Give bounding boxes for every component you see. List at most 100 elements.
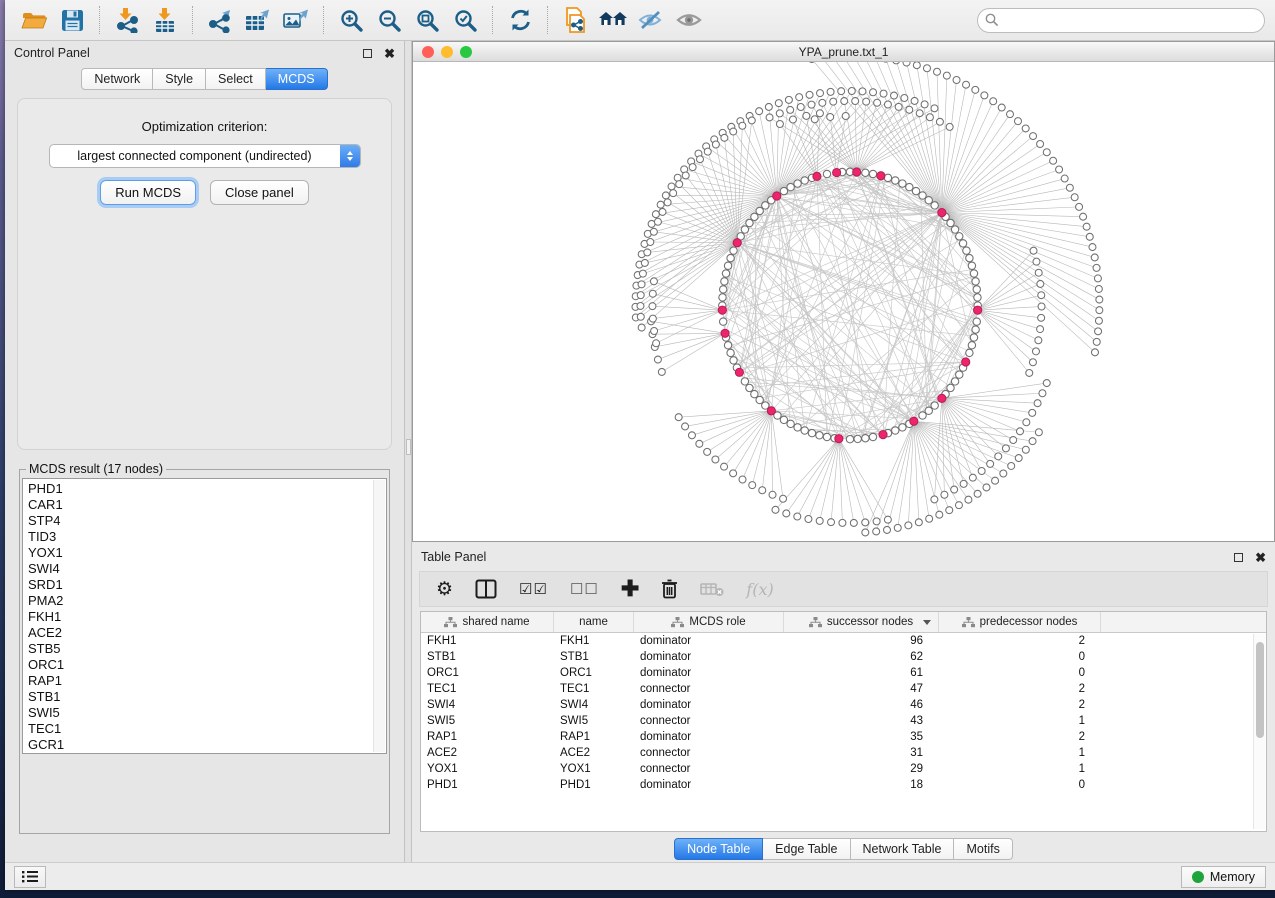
tab-select[interactable]: Select [206, 68, 266, 90]
table-row[interactable]: PHD1PHD1dominator180 [421, 777, 1266, 793]
table-cell[interactable]: TEC1 [421, 681, 554, 697]
splitter-grip[interactable] [406, 439, 411, 455]
mcds-result-item[interactable]: STB1 [28, 689, 386, 705]
table-row[interactable]: ACE2ACE2connector311 [421, 745, 1266, 761]
table-cell[interactable]: 29 [784, 761, 939, 777]
table-cell[interactable]: PHD1 [554, 777, 634, 793]
table-cell[interactable]: ORC1 [554, 665, 634, 681]
table-cell[interactable]: 1 [939, 761, 1101, 777]
table-cell[interactable]: YOX1 [554, 761, 634, 777]
table-cell[interactable]: 35 [784, 729, 939, 745]
mcds-result-item[interactable]: PMA2 [28, 593, 386, 609]
mcds-result-item[interactable]: GCR1 [28, 737, 386, 753]
table-cell[interactable]: TEC1 [554, 681, 634, 697]
table-cell[interactable]: YOX1 [421, 761, 554, 777]
mcds-result-item[interactable]: ORC1 [28, 657, 386, 673]
table-cell[interactable]: 2 [939, 633, 1101, 649]
mcds-result-item[interactable]: TID3 [28, 529, 386, 545]
table-scrollbar-thumb[interactable] [1256, 642, 1264, 738]
memory-button[interactable]: Memory [1181, 866, 1266, 888]
save-session-button[interactable] [53, 4, 91, 36]
table-cell[interactable]: 46 [784, 697, 939, 713]
table-row[interactable]: STB1STB1dominator620 [421, 649, 1266, 665]
zoom-out-button[interactable] [370, 4, 408, 36]
add-column-button[interactable]: ✚ [621, 578, 639, 600]
table-row[interactable]: SWI5SWI5connector431 [421, 713, 1266, 729]
zoom-selected-button[interactable] [446, 4, 484, 36]
table-cell[interactable]: 0 [939, 649, 1101, 665]
export-table-button[interactable] [239, 4, 277, 36]
close-panel-button[interactable]: Close panel [210, 180, 309, 205]
mcds-list-scrollbar[interactable] [373, 480, 385, 752]
table-cell[interactable]: FKH1 [554, 633, 634, 649]
table-cell[interactable]: 2 [939, 729, 1101, 745]
sort-indicator-icon[interactable] [923, 620, 931, 625]
table-row[interactable]: ORC1ORC1dominator610 [421, 665, 1266, 681]
delete-table-button[interactable] [700, 581, 724, 597]
zoom-in-button[interactable] [332, 4, 370, 36]
export-network-button[interactable] [201, 4, 239, 36]
delete-column-button[interactable] [661, 579, 678, 599]
column-header-name[interactable]: name [554, 612, 634, 632]
table-cell[interactable]: dominator [634, 633, 784, 649]
table-cell[interactable]: 47 [784, 681, 939, 697]
close-panel-icon[interactable]: ✖ [384, 47, 395, 60]
tab-mcds[interactable]: MCDS [266, 68, 328, 90]
table-cell[interactable]: FKH1 [421, 633, 554, 649]
table-cell[interactable]: 18 [784, 777, 939, 793]
export-image-button[interactable] [277, 4, 315, 36]
table-cell[interactable]: SWI5 [421, 713, 554, 729]
show-panels-button[interactable] [14, 866, 46, 888]
show-column-button[interactable] [475, 579, 497, 599]
table-row[interactable]: YOX1YOX1connector291 [421, 761, 1266, 777]
run-mcds-button[interactable]: Run MCDS [100, 180, 196, 205]
table-cell[interactable]: 31 [784, 745, 939, 761]
column-header-successor-nodes[interactable]: successor nodes [784, 612, 939, 632]
tab-motifs[interactable]: Motifs [954, 838, 1012, 860]
new-network-from-selection-button[interactable] [556, 4, 594, 36]
table-cell[interactable]: SWI5 [554, 713, 634, 729]
mcds-result-item[interactable]: SWI4 [28, 561, 386, 577]
tab-network[interactable]: Network [81, 68, 153, 90]
close-table-panel-icon[interactable]: ✖ [1255, 551, 1266, 564]
table-row[interactable]: TEC1TEC1connector472 [421, 681, 1266, 697]
tab-edge-table[interactable]: Edge Table [763, 838, 850, 860]
mcds-result-item[interactable]: FKH1 [28, 609, 386, 625]
network-window-titlebar[interactable]: YPA_prune.txt_1 [413, 42, 1274, 62]
import-table-button[interactable] [146, 4, 184, 36]
table-options-gear-button[interactable]: ⚙ [436, 580, 453, 599]
table-cell[interactable]: ACE2 [554, 745, 634, 761]
table-cell[interactable]: connector [634, 681, 784, 697]
search-input[interactable] [977, 8, 1265, 33]
criterion-select[interactable]: largest connected component (undirected) [49, 144, 361, 168]
hide-selected-button[interactable] [632, 4, 670, 36]
table-cell[interactable]: RAP1 [421, 729, 554, 745]
mcds-result-item[interactable]: SRD1 [28, 577, 386, 593]
table-cell[interactable]: ACE2 [421, 745, 554, 761]
network-canvas[interactable] [413, 62, 1274, 541]
table-cell[interactable]: connector [634, 713, 784, 729]
table-cell[interactable]: ORC1 [421, 665, 554, 681]
table-cell[interactable]: 43 [784, 713, 939, 729]
mcds-result-item[interactable]: PHD1 [28, 481, 386, 497]
neighbors-button[interactable] [594, 4, 632, 36]
table-cell[interactable]: STB1 [421, 649, 554, 665]
refresh-layout-button[interactable] [501, 4, 539, 36]
table-row[interactable]: FKH1FKH1dominator962 [421, 633, 1266, 649]
table-cell[interactable]: PHD1 [421, 777, 554, 793]
apply-function-button[interactable]: f(x) [746, 580, 773, 599]
tab-node-table[interactable]: Node Table [674, 838, 763, 860]
mcds-result-item[interactable]: YOX1 [28, 545, 386, 561]
mcds-result-item[interactable]: RAP1 [28, 673, 386, 689]
table-cell[interactable]: 1 [939, 713, 1101, 729]
column-header-shared-name[interactable]: shared name [421, 612, 554, 632]
float-panel-icon[interactable] [363, 49, 372, 58]
column-header-MCDS-role[interactable]: MCDS role [634, 612, 784, 632]
table-row[interactable]: RAP1RAP1dominator352 [421, 729, 1266, 745]
table-scrollbar[interactable] [1253, 634, 1265, 829]
mcds-result-list[interactable]: PHD1CAR1STP4TID3YOX1SWI4SRD1PMA2FKH1ACE2… [22, 478, 387, 754]
table-cell[interactable]: RAP1 [554, 729, 634, 745]
table-cell[interactable]: STB1 [554, 649, 634, 665]
select-all-button[interactable]: ☑☑ [519, 580, 548, 598]
deselect-all-button[interactable]: ☐☐ [570, 580, 599, 598]
